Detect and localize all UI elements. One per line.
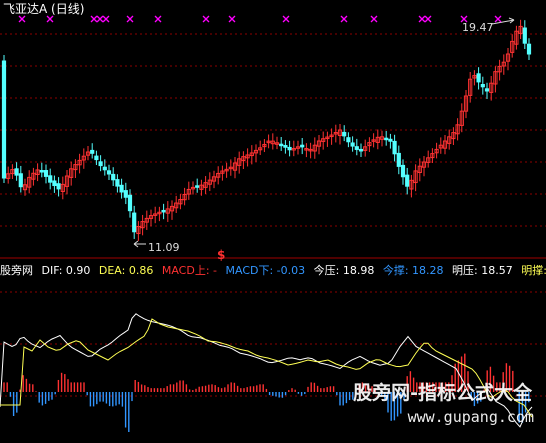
chart-window: 飞亚达A (日线) 19.47 11.09 $ 股旁网 DIF: 0.90 DE… — [0, 0, 546, 443]
candle-body — [56, 183, 61, 190]
indicator-name[interactable]: 股旁网 — [0, 264, 33, 277]
candle-body — [354, 146, 359, 150]
macd-down-value: MACD下: -0.03 — [225, 264, 306, 277]
candle-body — [90, 149, 95, 154]
candle-body — [119, 184, 124, 193]
jinya-value: 今压: 18.98 — [313, 264, 375, 277]
candle-body — [48, 175, 53, 183]
candle-body — [405, 174, 410, 187]
candle-body — [384, 137, 389, 141]
candle-body — [283, 145, 288, 148]
candle-body — [127, 194, 133, 212]
candle-body — [342, 131, 347, 137]
low-price-label: 11.09 — [148, 241, 180, 254]
candle-body — [480, 84, 485, 88]
candle-body — [195, 185, 200, 188]
candle-body — [392, 140, 397, 155]
candle-body — [300, 144, 305, 148]
watermark-title: 股旁网-指标公式大全 — [353, 382, 532, 404]
candle-body — [287, 146, 292, 151]
dif-value: DIF: 0.90 — [41, 264, 91, 277]
candle-body — [43, 170, 49, 177]
mingya-value: 明压: 18.57 — [452, 264, 513, 277]
candle-body — [279, 143, 284, 147]
high-price-label: 19.47 — [462, 21, 494, 34]
candle-body — [18, 173, 23, 188]
candle-body — [115, 179, 120, 187]
watermark-url: www.gupang.com — [407, 408, 534, 426]
candle-body — [388, 138, 393, 142]
jincheng-value: 今撑: 18.28 — [382, 264, 444, 277]
candle-body — [132, 212, 137, 233]
candle-body — [350, 142, 355, 147]
candle-body — [102, 166, 107, 171]
macd-up-value: MACD上: - — [161, 264, 217, 277]
stock-title: 飞亚达A (日线) — [3, 2, 85, 16]
candle-body — [39, 170, 44, 173]
mingcheng-value: 明撑: — [521, 264, 546, 277]
candle-body — [358, 148, 364, 152]
candle-body — [396, 152, 401, 167]
indicator-info-bar: 股旁网 DIF: 0.90 DEA: 0.86 MACD上: - MACD下: … — [0, 265, 546, 276]
candle-body — [111, 173, 116, 181]
candle-body — [161, 209, 166, 213]
candle-body — [400, 164, 406, 178]
dea-value: DEA: 0.86 — [98, 264, 154, 277]
candle-body — [123, 190, 128, 198]
candle-body — [98, 161, 103, 167]
candle-body — [106, 170, 112, 175]
kline-chart-canvas[interactable] — [0, 0, 546, 443]
candle-body — [346, 137, 351, 143]
candle-body — [52, 180, 57, 187]
candle-body — [522, 27, 527, 44]
candle-body — [484, 88, 490, 92]
candle-body — [94, 155, 99, 161]
candle-body — [526, 43, 532, 55]
candle-body — [1, 60, 7, 179]
candle-body — [14, 168, 19, 176]
high-arrow-head — [508, 17, 515, 21]
signal-dollar-icon: $ — [217, 248, 226, 262]
candle-body — [476, 73, 481, 83]
